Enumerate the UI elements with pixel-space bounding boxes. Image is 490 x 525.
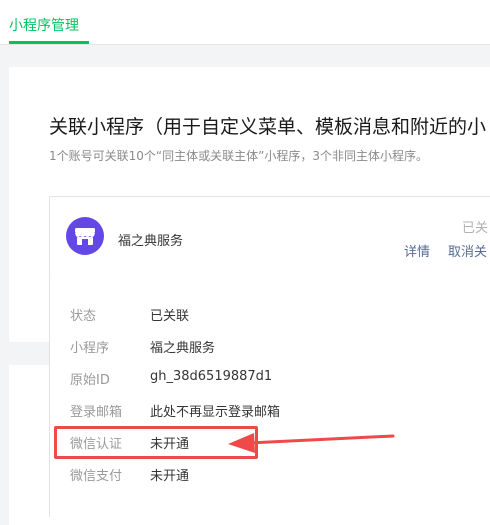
annotation-arrow-icon — [228, 433, 395, 453]
